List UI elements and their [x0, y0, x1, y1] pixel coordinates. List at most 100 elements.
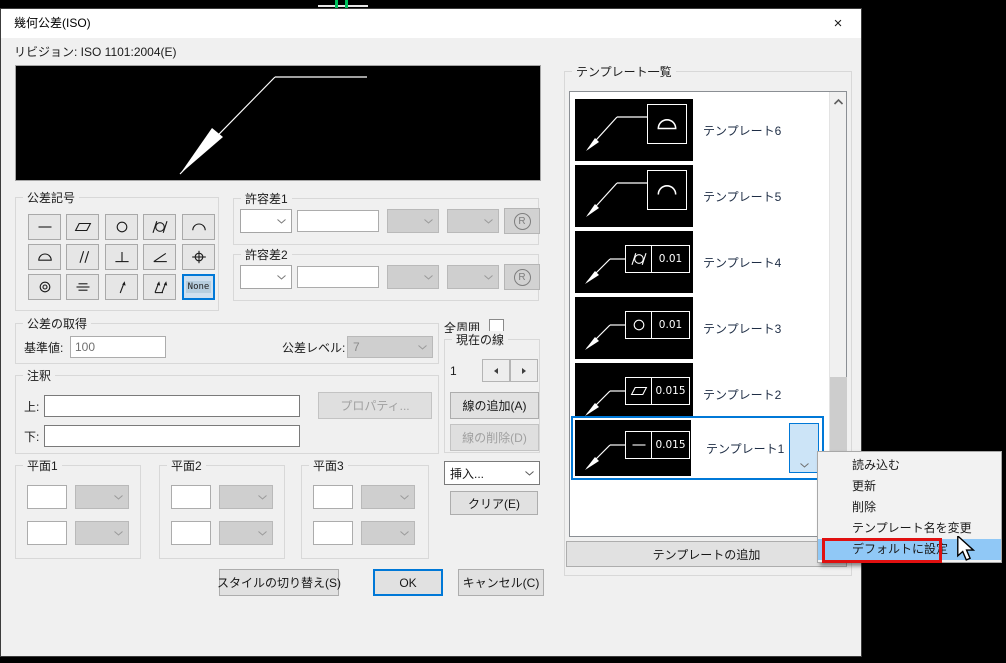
plane3-datum1-input[interactable] [313, 485, 353, 509]
tolerance2-value-input[interactable] [297, 266, 379, 288]
profile-of-line-icon [653, 180, 681, 200]
straightness-icon [629, 438, 649, 452]
template4-thumbnail[interactable]: 0.01 [575, 231, 693, 293]
symbol-straightness-button[interactable] [28, 214, 61, 240]
annotation-group-label: 注釈 [23, 367, 55, 384]
acquisition-group: 公差の取得 基準値: 公差レベル: 7 [15, 323, 439, 364]
chevron-down-icon [258, 531, 267, 536]
angularity-icon [150, 250, 170, 264]
tolerance2-prefix-combo[interactable] [240, 265, 292, 289]
template-list-label: テンプレート一覧 [572, 63, 676, 80]
chevron-down-icon [114, 495, 123, 500]
plane3-group: 平面3 [301, 465, 429, 559]
symbol-circularity-button[interactable] [105, 214, 138, 240]
template4-label[interactable]: テンプレート4 [703, 254, 815, 271]
plane2-datum2-input[interactable] [171, 521, 211, 545]
cylindricity-icon [150, 220, 170, 234]
scroll-up-icon[interactable] [830, 95, 847, 111]
template1-thumbnail[interactable]: 0.015 [575, 420, 691, 476]
symbol-parallelism-button[interactable] [66, 244, 99, 270]
chevron-down-icon [484, 275, 493, 280]
template-listbox[interactable]: テンプレート6 テンプレート5 0.01 テンプレート4 [569, 91, 847, 537]
close-icon[interactable]: × [819, 9, 857, 38]
tolerance2-modifier-combo [447, 265, 499, 289]
template5-label[interactable]: テンプレート5 [703, 188, 815, 205]
symbol-total-runout-button[interactable] [143, 274, 176, 300]
plane2-modifier2-combo [219, 521, 273, 545]
symbol-angularity-button[interactable] [143, 244, 176, 270]
tolerance1-material-combo [387, 209, 439, 233]
symbol-none-button[interactable]: None [182, 274, 215, 300]
lower-annotation-input[interactable] [44, 425, 300, 447]
base-value-input[interactable] [70, 336, 166, 358]
symbol-circular-runout-button[interactable] [105, 274, 138, 300]
symbol-cylindricity-button[interactable] [143, 214, 176, 240]
circularity-icon [112, 220, 132, 234]
chevron-down-icon [424, 219, 433, 224]
cylindricity-icon [629, 252, 649, 266]
plane1-datum2-input[interactable] [27, 521, 67, 545]
symbol-flatness-button[interactable] [66, 214, 99, 240]
properties-button: プロパティ... [318, 392, 432, 419]
menu-item-update[interactable]: 更新 [818, 476, 1001, 497]
template6-thumbnail[interactable] [575, 99, 693, 161]
symbol-profile-line-button[interactable] [182, 214, 215, 240]
template3-label[interactable]: テンプレート3 [703, 320, 815, 337]
plane3-datum2-input[interactable] [313, 521, 353, 545]
menu-item-load[interactable]: 読み込む [818, 455, 1001, 476]
symbol-perpendicularity-button[interactable] [105, 244, 138, 270]
template-options-dropdown-button[interactable] [789, 423, 819, 473]
symmetry-icon [73, 280, 93, 294]
frame-profile-of-line [647, 170, 687, 210]
clear-button[interactable]: クリア(E) [450, 491, 538, 515]
chevron-down-icon [800, 463, 809, 468]
add-template-button[interactable]: テンプレートの追加 [566, 541, 847, 567]
template3-thumbnail[interactable]: 0.01 [575, 297, 693, 359]
plane1-datum1-input[interactable] [27, 485, 67, 509]
switch-style-button[interactable]: スタイルの切り替え(S) [219, 569, 339, 596]
upper-annotation-label: 上: [24, 398, 39, 415]
prev-line-button[interactable] [482, 359, 510, 382]
r-circle-icon: R [514, 269, 531, 286]
profile-of-line-icon [189, 220, 209, 234]
frame-circularity: 0.01 [625, 311, 690, 339]
chevron-down-icon [400, 531, 409, 536]
chevron-down-icon [484, 219, 493, 224]
tolerance1-prefix-combo[interactable] [240, 209, 292, 233]
chevron-down-icon [418, 345, 427, 350]
template2-label[interactable]: テンプレート2 [703, 386, 815, 403]
template1-selected-row[interactable]: 0.015 テンプレート1 [571, 416, 824, 480]
tolerance1-value-input[interactable] [297, 210, 379, 232]
symbol-profile-surface-button[interactable] [28, 244, 61, 270]
tolerance-value: 0.015 [652, 378, 689, 404]
upper-annotation-input[interactable] [44, 395, 300, 417]
cancel-button[interactable]: キャンセル(C) [458, 569, 544, 596]
annotation-group: 注釈 上: プロパティ... 下: [15, 375, 439, 454]
next-line-button[interactable] [510, 359, 538, 382]
plane3-modifier1-combo [361, 485, 415, 509]
template6-label[interactable]: テンプレート6 [703, 122, 815, 139]
dialog-geometric-tolerance: 幾何公差(ISO) × リビジョン: ISO 1101:2004(E) 公差記号 [0, 8, 862, 657]
tolerance1-modifier-combo [447, 209, 499, 233]
chevron-down-icon [400, 495, 409, 500]
plane2-label: 平面2 [167, 457, 206, 474]
r-circle-icon: R [514, 213, 531, 230]
position-icon [189, 250, 209, 264]
symbol-position-button[interactable] [182, 244, 215, 270]
plane1-label: 平面1 [23, 457, 62, 474]
symbol-concentricity-button[interactable] [28, 274, 61, 300]
straightness-icon [35, 220, 55, 234]
chevron-down-icon [424, 275, 433, 280]
ok-button[interactable]: OK [373, 569, 443, 596]
mouse-cursor [956, 536, 976, 562]
tolerance1-label: 許容差1 [241, 190, 292, 207]
app-background: 幾何公差(ISO) × リビジョン: ISO 1101:2004(E) 公差記号 [0, 0, 1006, 663]
plane2-datum1-input[interactable] [171, 485, 211, 509]
add-line-button[interactable]: 線の追加(A) [450, 392, 539, 419]
insert-combo[interactable]: 挿入... [444, 461, 540, 485]
menu-item-delete[interactable]: 削除 [818, 497, 1001, 518]
template5-thumbnail[interactable] [575, 165, 693, 227]
leader-line-drawing [16, 66, 540, 180]
profile-of-surface-icon [653, 114, 681, 134]
symbol-symmetry-button[interactable] [66, 274, 99, 300]
